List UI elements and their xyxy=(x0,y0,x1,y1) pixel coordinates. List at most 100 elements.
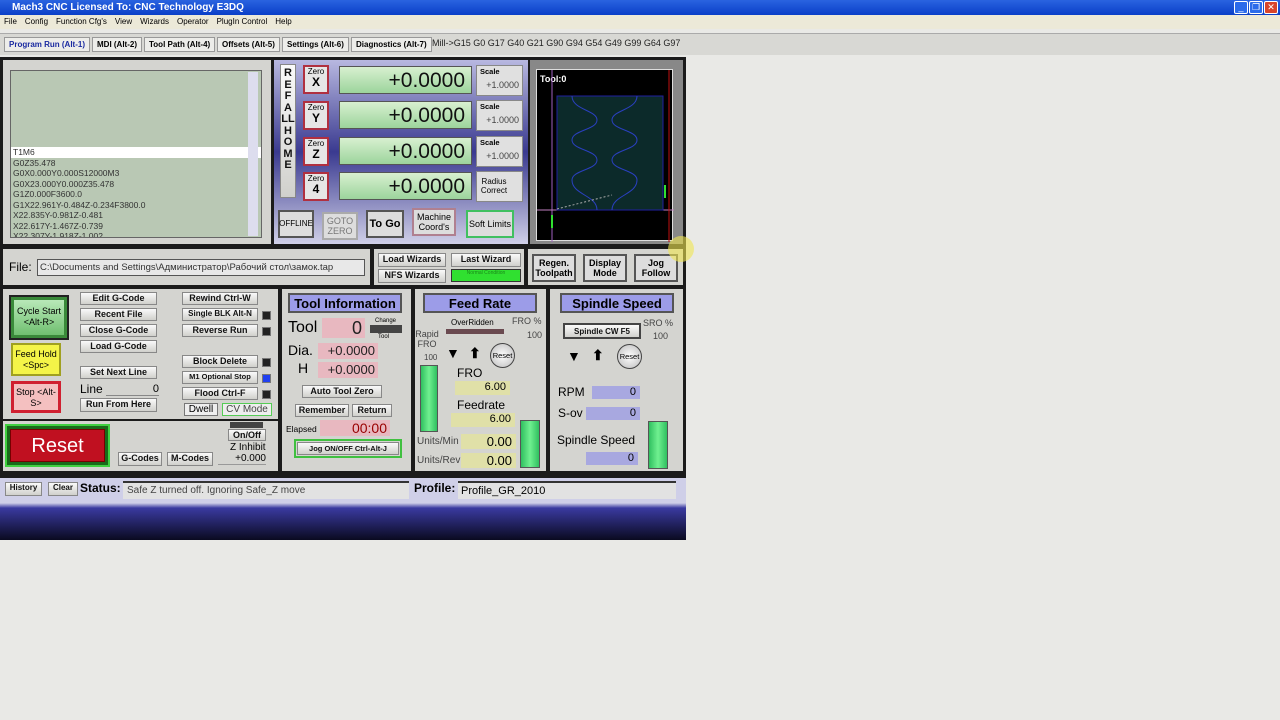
scale-y[interactable]: Scale +1.0000 xyxy=(476,100,523,131)
tab-tool-path[interactable]: Tool Path (Alt-4) xyxy=(144,37,216,52)
dro-4[interactable]: +0.0000 xyxy=(339,172,472,200)
feedrate-value[interactable]: 6.00 xyxy=(451,413,515,427)
fro-reset-button[interactable]: Reset xyxy=(490,343,515,368)
close-gcode-button[interactable]: Close G-Code xyxy=(80,324,157,337)
scale-z[interactable]: Scale +1.0000 xyxy=(476,136,523,167)
single-block-button[interactable]: Single BLK Alt-N xyxy=(182,308,258,321)
fro-pct-value: 100 xyxy=(527,330,543,340)
display-mode-button[interactable]: Display Mode xyxy=(583,254,627,282)
z-inhibit-onoff-button[interactable]: On/Off xyxy=(228,429,266,441)
change-tool-label-2: Tool xyxy=(378,334,390,340)
gcode-line: G1Z0.000F3600.0 xyxy=(13,189,82,199)
change-tool-led[interactable] xyxy=(370,325,402,333)
tab-diagnostics[interactable]: Diagnostics (Alt-7) xyxy=(351,37,432,52)
zero-x-button[interactable]: Zero X xyxy=(303,65,329,94)
rewind-button[interactable]: Rewind Ctrl-W xyxy=(182,292,258,305)
stop-button[interactable]: Stop <Alt-S> xyxy=(11,381,61,413)
dro-x[interactable]: +0.0000 xyxy=(339,66,472,94)
load-gcode-button[interactable]: Load G-Code xyxy=(80,340,157,353)
overridden-led xyxy=(446,329,504,334)
fro-up-icon[interactable]: ⬆ xyxy=(469,345,481,362)
minimize-button[interactable]: _ xyxy=(1234,1,1248,14)
machine-coords-button[interactable]: Machine Coord's xyxy=(412,208,456,236)
tab-settings[interactable]: Settings (Alt-6) xyxy=(282,37,349,52)
zero-4-button[interactable]: Zero 4 xyxy=(303,172,329,201)
radius-correct-button[interactable]: Radius Correct xyxy=(476,171,523,202)
soft-limits-button[interactable]: Soft Limits xyxy=(466,210,514,238)
sro-up-icon[interactable]: ⬆ xyxy=(592,347,604,364)
regen-toolpath-button[interactable]: Regen. Toolpath xyxy=(532,254,576,282)
tab-offsets[interactable]: Offsets (Alt-5) xyxy=(217,37,280,52)
feed-slider[interactable] xyxy=(520,420,540,468)
sro-down-icon[interactable]: ▼ xyxy=(567,348,581,364)
spindle-speed-value[interactable]: 0 xyxy=(586,452,638,465)
cycle-start-button[interactable]: Cycle Start <Alt-R> xyxy=(9,295,69,340)
reset-button[interactable]: Reset xyxy=(5,424,110,467)
toolpath-display[interactable]: Tool:0 xyxy=(536,69,674,242)
sro-reset-button[interactable]: Reset xyxy=(617,344,642,369)
menu-config[interactable]: Config xyxy=(25,17,48,26)
rapid-fro-slider[interactable] xyxy=(420,365,438,432)
dro-z[interactable]: +0.0000 xyxy=(339,137,472,165)
menu-plugin-control[interactable]: PlugIn Control xyxy=(217,17,268,26)
mcodes-button[interactable]: M-Codes xyxy=(167,452,213,466)
restore-button[interactable]: ❐ xyxy=(1249,1,1263,14)
zero-y-button[interactable]: Zero Y xyxy=(303,101,329,130)
tab-mdi[interactable]: MDI (Alt-2) xyxy=(92,37,142,52)
jog-toggle-label: Jog ON/OFF Ctrl-Alt-J xyxy=(297,442,399,455)
ref-all-home-button[interactable]: REF ALL HOME xyxy=(280,64,296,198)
menu-file[interactable]: File xyxy=(4,17,17,26)
spindle-cw-button[interactable]: Spindle CW F5 xyxy=(563,323,641,339)
menu-help[interactable]: Help xyxy=(275,17,291,26)
dia-value[interactable]: +0.0000 xyxy=(318,343,378,359)
profile-value: Profile_GR_2010 xyxy=(458,481,676,499)
tool-number[interactable]: 0 xyxy=(322,318,365,338)
menu-wizards[interactable]: Wizards xyxy=(140,17,169,26)
block-delete-button[interactable]: Block Delete xyxy=(182,355,258,368)
load-wizards-button[interactable]: Load Wizards xyxy=(378,253,446,267)
fro-down-icon[interactable]: ▼ xyxy=(446,345,460,361)
dro-y[interactable]: +0.0000 xyxy=(339,101,472,129)
scale-x[interactable]: Scale +1.0000 xyxy=(476,65,523,96)
close-button[interactable]: ✕ xyxy=(1264,1,1278,14)
gcode-line: X22.835Y-0.981Z-0.481 xyxy=(13,210,103,220)
file-label: File: xyxy=(9,260,32,274)
zero-z-button[interactable]: Zero Z xyxy=(303,137,329,166)
remember-button[interactable]: Remember xyxy=(295,404,349,417)
set-next-line-button[interactable]: Set Next Line xyxy=(80,366,157,379)
gcode-listing[interactable]: T1M6 G0Z35.478 G0X0.000Y0.000S12000M3 G0… xyxy=(10,70,262,238)
goto-zero-button[interactable]: GOTO ZERO xyxy=(322,212,358,240)
cycle-start-label: Cycle Start <Alt-R> xyxy=(14,300,64,335)
gcodes-button[interactable]: G-Codes xyxy=(118,452,162,466)
offline-button[interactable]: OFFLINE xyxy=(278,210,314,238)
clear-button[interactable]: Clear xyxy=(48,482,78,496)
feed-hold-button[interactable]: Feed Hold <Spc> xyxy=(11,343,61,376)
reverse-run-button[interactable]: Reverse Run xyxy=(182,324,258,337)
nfs-wizards-button[interactable]: NFS Wizards xyxy=(378,269,446,283)
run-from-here-button[interactable]: Run From Here xyxy=(80,398,157,412)
line-value[interactable]: 0 xyxy=(106,383,159,396)
jog-toggle-button[interactable]: Jog ON/OFF Ctrl-Alt-J xyxy=(294,439,402,458)
tab-program-run[interactable]: Program Run (Alt-1) xyxy=(4,37,90,52)
h-value[interactable]: +0.0000 xyxy=(318,362,378,378)
m1-optional-stop-button[interactable]: M1 Optional Stop xyxy=(182,371,258,384)
z-inhibit-value[interactable]: +0.000 xyxy=(218,453,266,465)
menu-operator[interactable]: Operator xyxy=(177,17,209,26)
gcode-line: T1M6 xyxy=(11,147,261,158)
edit-gcode-button[interactable]: Edit G-Code xyxy=(80,292,157,305)
gcode-scrollbar[interactable] xyxy=(248,72,258,236)
recent-file-button[interactable]: Recent File xyxy=(80,308,157,321)
scale-label: Scale xyxy=(480,102,500,111)
auto-tool-zero-button[interactable]: Auto Tool Zero xyxy=(302,385,382,398)
rapid-fro-value: 100 xyxy=(424,353,438,362)
fro-value[interactable]: 6.00 xyxy=(455,381,510,395)
menu-view[interactable]: View xyxy=(115,17,132,26)
history-button[interactable]: History xyxy=(5,482,42,496)
to-go-button[interactable]: To Go xyxy=(366,210,404,238)
menu-function-cfgs[interactable]: Function Cfg's xyxy=(56,17,107,26)
title-bar: Mach3 CNC Licensed To: CNC Technology E3… xyxy=(0,0,1280,15)
last-wizard-button[interactable]: Last Wizard xyxy=(451,253,521,267)
flood-button[interactable]: Flood Ctrl-F xyxy=(182,387,258,400)
return-button[interactable]: Return xyxy=(352,404,392,417)
spindle-slider[interactable] xyxy=(648,421,668,469)
